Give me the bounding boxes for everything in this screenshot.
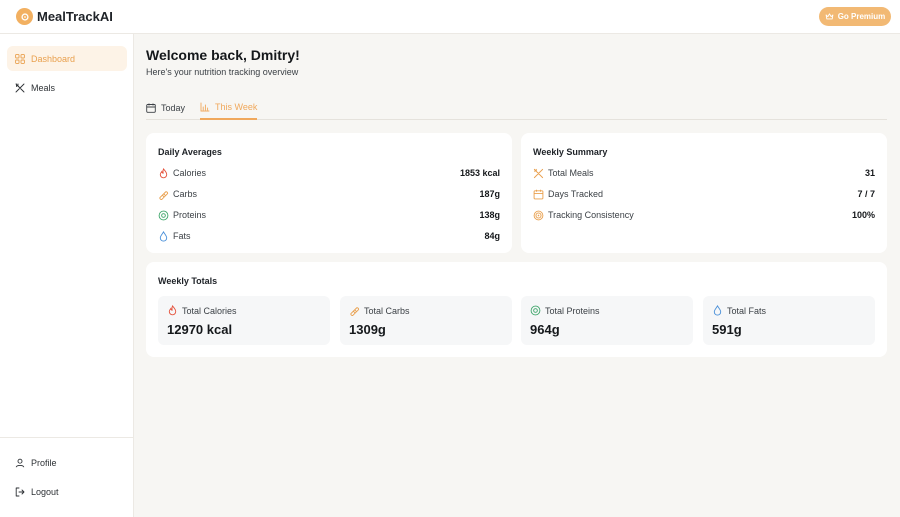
row-label: Calories — [173, 168, 207, 178]
total-carbs-box: Total Carbs 1309g — [340, 296, 512, 345]
card-title: Weekly Totals — [158, 276, 218, 286]
tab-bar: Today This Week — [146, 96, 887, 120]
target-icon — [533, 210, 544, 220]
sidebar-item-label: Profile — [31, 457, 57, 468]
brand[interactable]: MealTrackAI — [16, 8, 113, 25]
card-title: Weekly Summary — [533, 147, 608, 157]
utensils-icon — [533, 168, 544, 178]
sidebar-item-label: Dashboard — [31, 53, 76, 64]
row-value: 187g — [479, 189, 500, 199]
sidebar-item-meals[interactable]: Meals — [7, 75, 127, 100]
flame-icon — [168, 305, 177, 316]
sidebar: Dashboard Meals Profile Logout — [0, 34, 134, 517]
logo-icon — [16, 8, 33, 25]
row-value: 100% — [851, 210, 875, 220]
tab-label: This Week — [215, 102, 258, 112]
calendar-icon — [146, 103, 156, 113]
total-label-text: Total Proteins — [545, 305, 600, 316]
row-value: 138g — [479, 210, 500, 220]
bar-chart-icon — [200, 102, 210, 112]
row-value: 7 / 7 — [857, 189, 875, 199]
tab-today[interactable]: Today — [146, 96, 185, 120]
sidebar-divider — [0, 437, 133, 438]
total-label: Total Proteins — [530, 305, 600, 316]
bread-icon — [159, 190, 169, 200]
sidebar-item-logout[interactable]: Logout — [7, 479, 127, 504]
total-calories-box: Total Calories 12970 kcal — [158, 296, 330, 345]
total-label: Total Carbs — [349, 305, 410, 316]
carbs-row: Carbs 187g — [158, 187, 500, 201]
tab-label: Today — [161, 103, 186, 113]
row-value: 84g — [484, 231, 500, 241]
row-label: Total Meals — [548, 168, 594, 178]
row-label: Days Tracked — [548, 189, 604, 199]
fats-row: Fats 84g — [158, 229, 500, 243]
days-tracked-row: Days Tracked 7 / 7 — [533, 187, 875, 201]
total-meals-row: Total Meals 31 — [533, 166, 875, 180]
main-content: Welcome back, Dmitry! Here's your nutrit… — [134, 34, 900, 517]
top-header: MealTrackAI Go Premium — [0, 0, 900, 34]
sidebar-item-dashboard[interactable]: Dashboard — [7, 46, 127, 71]
weekly-summary-card: Weekly Summary Total Meals 31 Days Track… — [521, 133, 887, 253]
user-icon — [15, 458, 25, 467]
logout-icon — [15, 487, 25, 496]
proteins-row: Proteins 138g — [158, 208, 500, 222]
tracking-consistency-row: Tracking Consistency 100% — [533, 208, 875, 222]
sidebar-item-label: Meals — [31, 82, 56, 93]
total-label-text: Total Calories — [182, 305, 237, 316]
weekly-totals-card: Weekly Totals Total Calories 12970 kcal … — [146, 262, 887, 357]
tab-this-week[interactable]: This Week — [200, 96, 258, 120]
total-proteins-box: Total Proteins 964g — [521, 296, 693, 345]
daily-averages-card: Daily Averages Calories 1853 kcal Carbs … — [146, 133, 512, 253]
row-label: Fats — [173, 231, 191, 241]
sidebar-item-label: Logout — [31, 486, 59, 497]
sidebar-item-profile[interactable]: Profile — [7, 450, 127, 475]
total-value: 591g — [712, 322, 742, 337]
total-label: Total Fats — [712, 305, 766, 316]
calories-row: Calories 1853 kcal — [158, 166, 500, 180]
total-value: 1309g — [349, 322, 386, 337]
meat-icon — [530, 305, 541, 316]
total-value: 964g — [530, 322, 560, 337]
go-premium-label: Go Premium — [837, 12, 886, 21]
grid-icon — [15, 53, 25, 64]
page-subtitle: Here's your nutrition tracking overview — [146, 67, 299, 77]
row-value: 31 — [864, 168, 875, 178]
card-title: Daily Averages — [158, 147, 222, 157]
row-value: 1853 kcal — [459, 168, 500, 178]
page-title: Welcome back, Dmitry! — [146, 47, 300, 63]
utensils-icon — [15, 83, 25, 92]
row-label: Tracking Consistency — [548, 210, 634, 220]
total-label: Total Calories — [167, 305, 237, 316]
go-premium-button[interactable]: Go Premium — [819, 7, 891, 26]
total-label-text: Total Fats — [727, 305, 767, 316]
meat-icon — [158, 210, 169, 220]
total-value: 12970 kcal — [167, 322, 233, 337]
row-label: Proteins — [173, 210, 207, 220]
crown-icon — [825, 13, 834, 20]
droplet-icon — [713, 305, 722, 316]
flame-icon — [159, 167, 168, 178]
row-label: Carbs — [173, 189, 198, 199]
bread-icon — [350, 307, 360, 316]
droplet-icon — [159, 230, 168, 241]
calendar-icon — [533, 189, 544, 199]
app-name: MealTrackAI — [37, 9, 113, 24]
total-label-text: Total Carbs — [364, 305, 410, 316]
total-fats-box: Total Fats 591g — [703, 296, 875, 345]
